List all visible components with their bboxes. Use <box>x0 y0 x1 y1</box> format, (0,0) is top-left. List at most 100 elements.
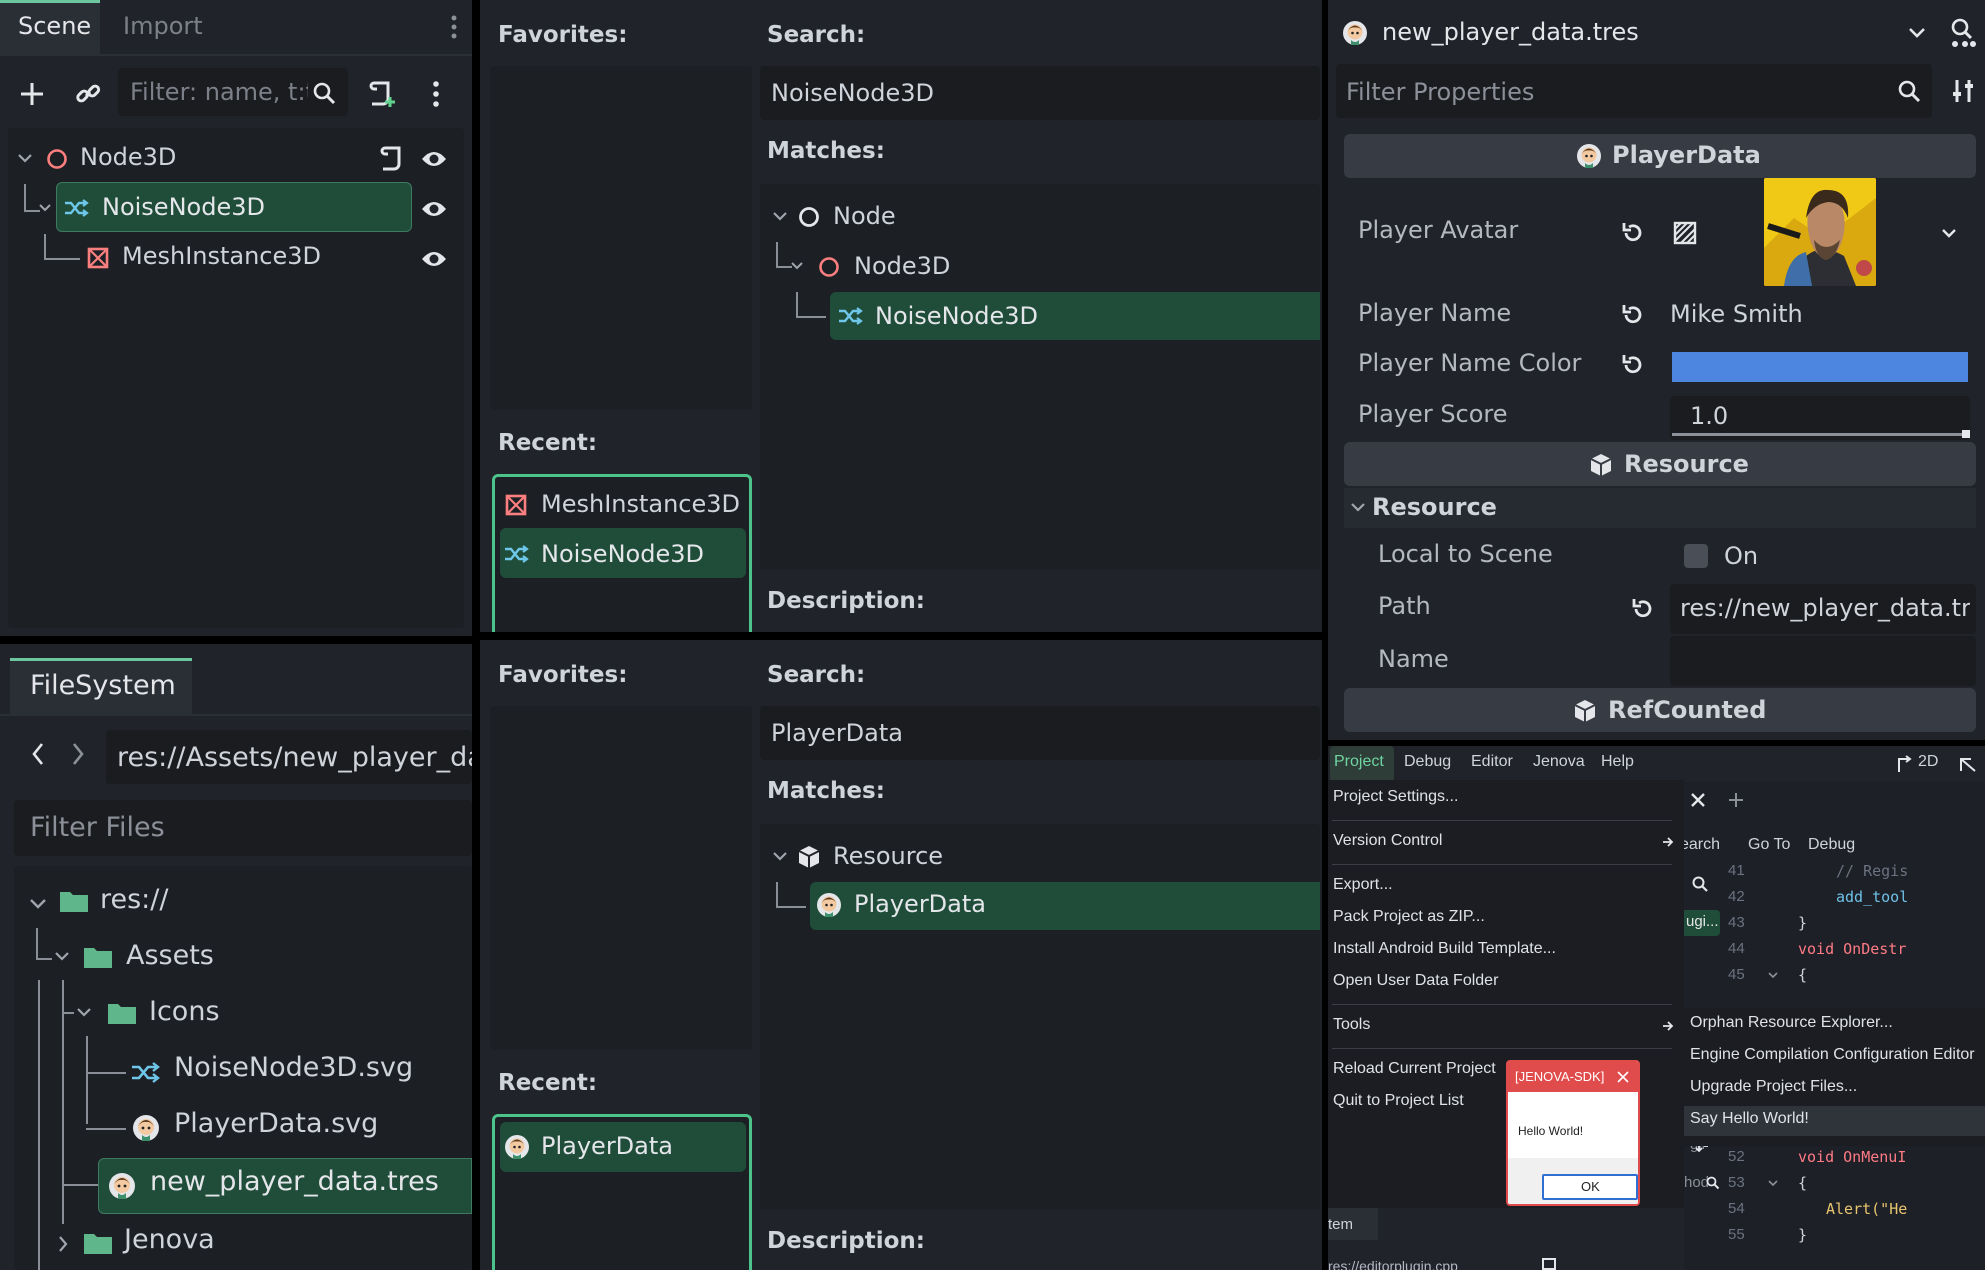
tree-item-node3d[interactable]: Node3D <box>80 143 176 171</box>
chevron-down-icon[interactable] <box>1348 496 1368 518</box>
revert-icon[interactable] <box>1618 218 1648 248</box>
code-line[interactable]: void OnDestr <box>1798 940 1906 958</box>
tree-res[interactable]: res:// <box>100 884 168 915</box>
score-slider-handle[interactable] <box>1962 430 1970 438</box>
code-line[interactable]: { <box>1798 966 1807 984</box>
tree-noisenode3d-svg[interactable]: NoiseNode3D.svg <box>174 1052 413 1083</box>
attach-script-icon[interactable] <box>364 76 400 112</box>
tree-new-player-data[interactable]: new_player_data.tres <box>150 1166 439 1197</box>
chevron-down-icon[interactable] <box>1938 222 1960 244</box>
visibility-icon[interactable] <box>418 244 450 274</box>
menu-editor[interactable]: Editor <box>1471 753 1513 771</box>
fold-icon[interactable] <box>1766 968 1780 982</box>
fold-icon[interactable] <box>1766 1176 1780 1190</box>
visibility-icon[interactable] <box>418 144 450 174</box>
menu-item-reload-project[interactable]: Reload Current Project <box>1333 1060 1496 1078</box>
match-node3d[interactable]: Node3D <box>854 252 950 280</box>
revert-icon[interactable] <box>1628 594 1658 624</box>
menu-project[interactable]: Project <box>1334 753 1384 771</box>
menu-item-tools[interactable]: Tools <box>1333 1016 1370 1034</box>
menu-item-open-user-data[interactable]: Open User Data Folder <box>1333 972 1498 990</box>
menu-jenova[interactable]: Jenova <box>1533 753 1585 771</box>
search-icon[interactable] <box>1688 872 1712 896</box>
view-2d-label[interactable]: 2D <box>1918 753 1938 771</box>
match-playerdata[interactable]: PlayerData <box>854 890 986 918</box>
code-line[interactable]: { <box>1798 1174 1807 1192</box>
chevron-down-icon[interactable] <box>36 198 54 216</box>
tools-icon[interactable] <box>1946 76 1980 106</box>
code-line[interactable]: add_tool <box>1836 888 1908 906</box>
prop-name-value[interactable]: Mike Smith <box>1670 300 1803 328</box>
tree-item-meshinstance3d[interactable]: MeshInstance3D <box>122 242 321 270</box>
menu-item-install-android-template[interactable]: Install Android Build Template... <box>1333 940 1556 958</box>
chevron-down-icon[interactable] <box>770 206 790 226</box>
chevron-right-icon[interactable] <box>54 1232 72 1256</box>
recent-item-noisenode3d[interactable]: NoiseNode3D <box>541 540 704 568</box>
object-properties-icon[interactable] <box>1946 16 1980 50</box>
chevron-down-icon[interactable] <box>52 946 72 966</box>
menu-item-quit-to-list[interactable]: Quit to Project List <box>1333 1092 1464 1110</box>
script-menu-search[interactable]: Search <box>1680 836 1720 854</box>
resource-name[interactable]: new_player_data.tres <box>1382 18 1639 46</box>
code-line[interactable]: } <box>1798 914 1807 932</box>
kebab-menu-icon[interactable] <box>444 12 464 42</box>
folder-icon <box>82 1228 114 1258</box>
chevron-down-icon[interactable] <box>26 892 50 914</box>
tree-assets[interactable]: Assets <box>126 940 214 971</box>
view-3d-icon[interactable] <box>1956 752 1980 776</box>
script-menu-goto[interactable]: Go To <box>1748 836 1790 854</box>
submenu-item-upgrade-project-files[interactable]: Upgrade Project Files... <box>1690 1078 1857 1096</box>
chevron-down-icon[interactable] <box>788 256 806 274</box>
script-icon[interactable] <box>376 144 406 174</box>
match-resource[interactable]: Resource <box>833 842 943 870</box>
forward-icon[interactable] <box>66 738 90 770</box>
local-to-scene-checkbox[interactable] <box>1684 544 1708 568</box>
submenu-item-say-hello-world[interactable]: Say Hello World! <box>1690 1110 1809 1128</box>
tab-import[interactable]: Import <box>123 12 203 40</box>
submenu-item-orphan-resource-explorer[interactable]: Orphan Resource Explorer... <box>1690 1014 1893 1032</box>
menu-help[interactable]: Help <box>1601 753 1634 771</box>
code-line[interactable]: // Regis <box>1836 862 1908 880</box>
revert-icon[interactable] <box>1618 350 1648 380</box>
tree-playerdata-svg[interactable]: PlayerData.svg <box>174 1108 378 1139</box>
submenu-item-engine-compilation-config[interactable]: Engine Compilation Configuration Editor <box>1690 1046 1975 1064</box>
chevron-down-icon[interactable] <box>74 1002 94 1022</box>
menu-item-export[interactable]: Export... <box>1333 876 1393 894</box>
name-input[interactable] <box>1670 636 1976 686</box>
search-icon[interactable] <box>1704 1174 1722 1192</box>
recent-item-playerdata[interactable]: PlayerData <box>541 1132 673 1160</box>
tab-scene[interactable]: Scene <box>18 12 91 40</box>
recent-item-meshinstance3d[interactable]: MeshInstance3D <box>541 490 740 518</box>
link-icon[interactable] <box>70 76 106 112</box>
code-line[interactable]: } <box>1798 1226 1807 1244</box>
revert-icon[interactable] <box>1618 300 1648 330</box>
view-2d-icon[interactable] <box>1894 752 1916 776</box>
tree-icons[interactable]: Icons <box>149 996 220 1027</box>
tree-item-noisenode3d[interactable]: NoiseNode3D <box>102 193 265 221</box>
code-line[interactable]: void OnMenuI <box>1798 1148 1906 1166</box>
menu-item-version-control[interactable]: Version Control <box>1333 832 1442 850</box>
script-list-item[interactable]: ugi... <box>1686 913 1719 930</box>
add-node-icon[interactable] <box>14 76 50 112</box>
tree-jenova[interactable]: Jenova <box>124 1224 215 1255</box>
chevron-down-icon[interactable] <box>770 846 790 866</box>
menu-debug[interactable]: Debug <box>1404 753 1451 771</box>
chevron-down-icon[interactable] <box>14 148 36 168</box>
back-icon[interactable] <box>26 738 50 770</box>
script-menu-debug[interactable]: Debug <box>1808 836 1855 854</box>
match-noisenode3d[interactable]: NoiseNode3D <box>875 302 1038 330</box>
scene-options-icon[interactable] <box>422 76 450 112</box>
texture-icon[interactable] <box>1670 218 1700 248</box>
close-icon[interactable] <box>1612 1066 1634 1088</box>
match-node[interactable]: Node <box>833 202 896 230</box>
player-name-color-swatch[interactable] <box>1672 352 1968 382</box>
close-icon[interactable] <box>1684 784 1712 816</box>
visibility-icon[interactable] <box>418 194 450 224</box>
menu-item-project-settings[interactable]: Project Settings... <box>1333 788 1458 806</box>
add-tab-icon[interactable] <box>1722 784 1750 816</box>
chevron-down-icon[interactable] <box>1904 20 1930 46</box>
player-avatar-image[interactable] <box>1764 178 1876 286</box>
bottom-icon[interactable] <box>1542 1258 1556 1270</box>
menu-item-pack-zip[interactable]: Pack Project as ZIP... <box>1333 908 1485 926</box>
code-line[interactable]: Alert("He <box>1826 1200 1907 1218</box>
